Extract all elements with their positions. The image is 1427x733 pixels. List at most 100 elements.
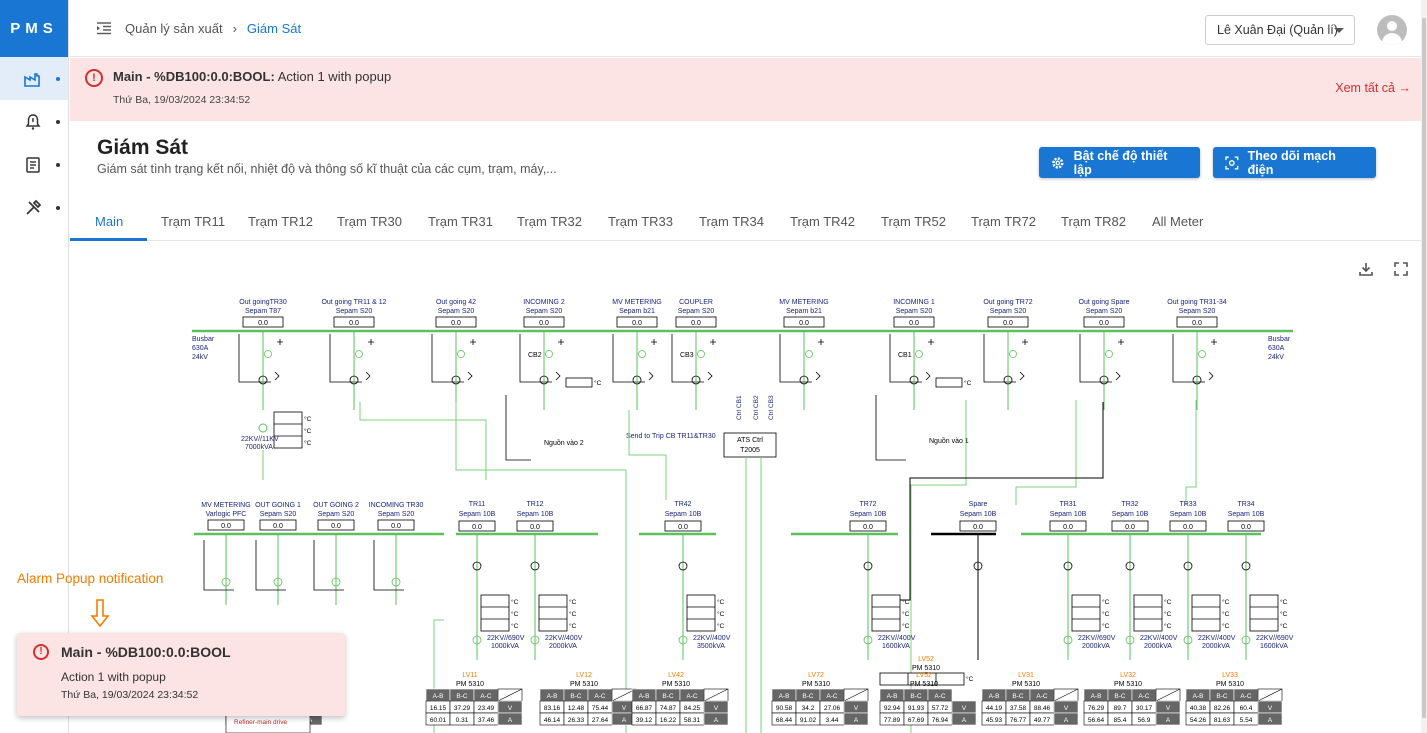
substation-cell[interactable]: TR32 Sepam 10B 0.0 °C °C °C 22KV//400V2000kVA bbox=[1111, 501, 1178, 660]
see-all-link[interactable]: Xem tất cả → bbox=[1335, 81, 1411, 95]
tr30-feeder-cell[interactable]: OUT GOING 2 Sepam S20 0.0 bbox=[313, 502, 359, 605]
tab-tr32[interactable]: Trạm TR32 bbox=[517, 202, 582, 241]
top-feeder-cell[interactable]: Out going 42 Sepam S20 0.0 bbox=[431, 299, 477, 410]
tab-tr33[interactable]: Trạm TR33 bbox=[608, 202, 673, 241]
breadcrumb-parent[interactable]: Quản lý sản xuất bbox=[125, 21, 223, 36]
meter-voltage-cell: 37.29 bbox=[454, 705, 471, 712]
scrollbar[interactable] bbox=[1421, 0, 1427, 733]
temp-unit: °C bbox=[1280, 610, 1288, 618]
feeder-relay: Sepam S20 bbox=[1179, 308, 1216, 315]
arrow-symbol bbox=[1019, 371, 1025, 381]
substation-cell[interactable]: TR11 Sepam 10B 0.0 °C °C °C 22KV//690V1000kVA bbox=[458, 501, 525, 660]
feeder-value: 0.0 bbox=[349, 320, 359, 327]
substation-name: TR32 bbox=[1121, 501, 1138, 508]
lv52-meter-label: PM 5310 bbox=[912, 665, 940, 672]
meter-unit-v: V bbox=[854, 705, 859, 712]
tab-main[interactable]: Main bbox=[95, 202, 123, 241]
earth-switch bbox=[368, 339, 374, 345]
tr30-feeder-cell[interactable]: INCOMING TR30 Sepam S20 0.0 bbox=[369, 502, 424, 605]
tab-tr12[interactable]: Trạm TR12 bbox=[248, 202, 313, 241]
factory-icon bbox=[24, 72, 40, 87]
lv-meter-table[interactable]: LV31 PM 5310 A-B B-C A-C 44.19 37.58 88.46 V 45.9… bbox=[981, 672, 1079, 726]
top-feeder-cell[interactable]: MV METERING Sepam b21 0.0 bbox=[612, 299, 662, 410]
tab-tr34[interactable]: Trạm TR34 bbox=[699, 202, 764, 241]
tr30-temperature-panel: °C °C °C bbox=[273, 411, 312, 449]
temp-panel bbox=[538, 594, 568, 632]
top-feeder-cell[interactable]: INCOMING 2 Sepam S20 0.0 bbox=[519, 299, 565, 410]
feeder-value: 0.0 bbox=[539, 320, 549, 327]
top-feeder-cell[interactable]: COUPLER Sepam S20 0.0 bbox=[671, 299, 717, 410]
menu-collapse-icon[interactable] bbox=[96, 20, 112, 36]
lv-meter-table-lv52[interactable]: A-B B-C A-C 92.94 91.93 57.72 V 77.89 67.69 76.94… bbox=[879, 688, 977, 726]
arrow-symbol bbox=[925, 371, 931, 381]
substation-cell[interactable]: TR12 Sepam 10B 0.0 °C °C °C 22KV//400V2000kVA bbox=[516, 501, 583, 660]
meter-unit-v: V bbox=[1268, 705, 1273, 712]
alarm-banner-title: Main - %DB100:0.0:BOOL: Action 1 with po… bbox=[113, 69, 391, 84]
substation-cell[interactable]: TR33 Sepam 10B 0.0 °C °C °C 22KV//400V2000kVA bbox=[1169, 501, 1236, 660]
feeder-relay: Sepam S20 bbox=[678, 308, 715, 315]
substation-name: TR33 bbox=[1179, 501, 1196, 508]
lv-meter-table[interactable]: LV42 PM 5310 A-B B-C A-C 66.87 74.87 84.25 V 39.1… bbox=[631, 672, 729, 726]
top-feeder-cell[interactable]: Out going TR31-34 Sepam S20 0.0 bbox=[1167, 299, 1227, 410]
tab-tr31[interactable]: Trạm TR31 bbox=[428, 202, 493, 241]
tab-tr30[interactable]: Trạm TR30 bbox=[337, 202, 402, 241]
substation-cell[interactable]: TR72 Sepam 10B 0.0 °C °C °C 22KV//400V1600kVA bbox=[849, 501, 916, 660]
lv-meter-table[interactable]: LV33 PM 5310 A-B B-C A-C 40.38 82.26 60.4 V 54.26… bbox=[1185, 672, 1283, 726]
meter-header-cell: A-B bbox=[1091, 693, 1102, 700]
feeder-frame bbox=[313, 540, 344, 591]
meter-unit-v: V bbox=[622, 705, 627, 712]
lv-meter-table[interactable]: LV32 PM 5310 A-B B-C A-C 76.29 89.7 30.17 V 56.64… bbox=[1083, 672, 1181, 726]
top-feeder-cell[interactable]: Out goingTR30 Sepam T87 0.0 bbox=[238, 299, 287, 410]
tr30-feeder-cell[interactable]: OUT GOING 1 Sepam S20 0.0 bbox=[255, 502, 301, 605]
feeder-relay: Sepam S20 bbox=[990, 308, 1027, 315]
alarm-time: Thứ Ba, 19/03/2024 23:34:52 bbox=[113, 94, 251, 106]
alert-circle-icon: ! bbox=[33, 644, 49, 660]
meter-unit: V bbox=[962, 705, 967, 712]
sidebar-item-alarms[interactable] bbox=[0, 100, 68, 143]
lv-meter-table[interactable]: LV11 PM 5310 A-B B-C A-C 16.15 37.29 23.49 V 60.0… bbox=[425, 672, 523, 726]
avatar[interactable] bbox=[1377, 15, 1407, 45]
feeder-frame bbox=[983, 334, 1016, 383]
substation-cell[interactable]: Spare Sepam 10B 0.0 bbox=[959, 501, 997, 660]
setup-mode-button[interactable]: Bật chế độ thiết lập bbox=[1039, 147, 1200, 178]
lv-meter-table[interactable]: LV72 PM 5310 A-B B-C A-C 90.58 34.2 27.06 V 68.44… bbox=[771, 672, 869, 726]
download-icon[interactable] bbox=[1358, 261, 1374, 277]
sidebar-item-tools[interactable] bbox=[0, 186, 68, 229]
meter-station-label: LV72 bbox=[808, 672, 824, 679]
tab-tr42[interactable]: Trạm TR42 bbox=[790, 202, 855, 241]
motor-symbol bbox=[805, 350, 813, 358]
feeder-value: 0.0 bbox=[632, 320, 642, 327]
substation-cell[interactable]: TR31 Sepam 10B 0.0 °C °C °C 22KV//690V2000kVA bbox=[1049, 501, 1116, 660]
top-feeder-cell[interactable]: Out going TR11 & 12 Sepam S20 0.0 bbox=[321, 299, 387, 410]
single-line-diagram[interactable]: Busbar 630A 24kV Busbar 630A 24kV Out go… bbox=[186, 290, 1306, 733]
substation-relay: Sepam 10B bbox=[1112, 511, 1149, 518]
meter-unit-v: V bbox=[1166, 705, 1171, 712]
user-select[interactable]: Lê Xuân Đại (Quản lí) bbox=[1205, 15, 1355, 45]
top-feeder-cell[interactable]: MV METERING Sepam b21 0.0 bbox=[779, 299, 829, 410]
meter-header-cell: A-B bbox=[989, 693, 1000, 700]
app-logo: PMS bbox=[0, 0, 68, 57]
tab-all-meter[interactable]: All Meter bbox=[1152, 202, 1203, 241]
meter-unit-v: V bbox=[508, 705, 513, 712]
tr30-feeder-cell[interactable]: MV METERING Varlogic PFC 0.0 bbox=[201, 502, 251, 605]
feeder-name: COUPLER bbox=[679, 299, 713, 306]
lv-meter-table[interactable]: LV12 PM 5310 A-B B-C A-C 83.16 12.48 75.44 V 46.1… bbox=[539, 672, 637, 726]
top-feeder-cell[interactable]: INCOMING 1 Sepam S20 0.0 bbox=[889, 299, 935, 410]
sidebar-item-monitoring[interactable] bbox=[0, 57, 68, 100]
alarm-popup[interactable]: ! Main - %DB100:0.0:BOOL Action 1 with p… bbox=[17, 633, 345, 716]
earth-switch bbox=[710, 339, 716, 345]
tab-tr52[interactable]: Trạm TR52 bbox=[881, 202, 946, 241]
tab-tr72[interactable]: Trạm TR72 bbox=[971, 202, 1036, 241]
sidebar-item-reports[interactable] bbox=[0, 143, 68, 186]
substation-cell[interactable]: TR34 Sepam 10B 0.0 °C °C °C 22KV//690V1600kVA bbox=[1227, 501, 1294, 660]
ctrl-cb2-label: Ctrl CB2 bbox=[753, 395, 760, 420]
top-feeder-cell[interactable]: Out going TR72 Sepam S20 0.0 bbox=[983, 299, 1033, 410]
feeder-relay: Sepam S20 bbox=[438, 308, 475, 315]
tab-tr82[interactable]: Trạm TR82 bbox=[1061, 202, 1126, 241]
scrollbar-thumb[interactable] bbox=[1422, 18, 1426, 718]
fullscreen-icon[interactable] bbox=[1393, 261, 1409, 277]
circuit-monitor-button[interactable]: Theo dõi mạch điện bbox=[1213, 147, 1376, 178]
tab-tr11[interactable]: Trạm TR11 bbox=[161, 202, 225, 241]
top-feeder-cell[interactable]: Out going Spare Sepam S20 0.0 bbox=[1079, 299, 1130, 410]
substation-cell[interactable]: TR42 Sepam 10B 0.0 °C °C °C 22KV//400V3500kVA bbox=[664, 501, 731, 660]
